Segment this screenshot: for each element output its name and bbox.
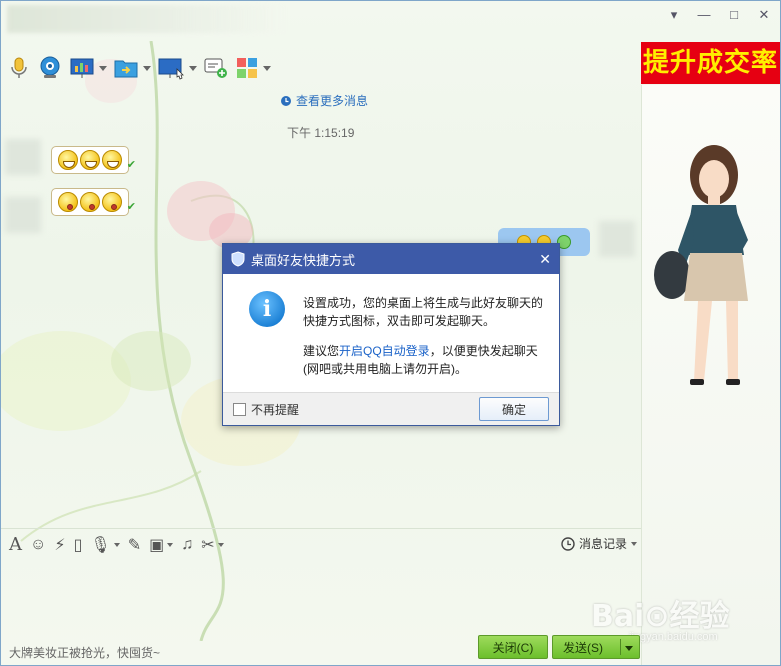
avatar-show-figure <box>654 145 748 385</box>
view-more-messages-link[interactable]: 查看更多消息 <box>280 92 368 109</box>
chevron-down-icon[interactable] <box>99 65 107 71</box>
chevron-down-icon[interactable] <box>167 542 174 547</box>
checkmark-icon: ✔ <box>126 201 136 213</box>
message-input-text: 大牌美妆正被抢光，快囤货~ <box>9 646 161 660</box>
dialog-body: i 设置成功，您的桌面上将生成与此好友聊天的快捷方式图标，双击即可发起聊天。 建… <box>223 274 559 392</box>
presentation-icon <box>70 58 94 78</box>
magic-wand-icon[interactable]: ⚡ <box>54 534 65 556</box>
video-call-button[interactable] <box>37 53 63 83</box>
window-controls: ▾ — □ ✕ <box>666 7 772 23</box>
avatar <box>5 139 41 175</box>
dont-remind-checkbox[interactable] <box>233 402 246 416</box>
dialog-title-bar: 桌面好友快捷方式 ✕ <box>223 244 559 274</box>
voice-call-button[interactable] <box>7 53 31 83</box>
chevron-down-icon[interactable] <box>143 65 151 71</box>
app-center-button[interactable] <box>235 53 271 83</box>
dialog-message: 设置成功，您的桌面上将生成与此好友聊天的快捷方式图标，双击即可发起聊天。 建议您… <box>303 294 551 378</box>
info-icon: i <box>249 291 285 327</box>
view-more-messages-label: 查看更多消息 <box>296 94 369 108</box>
add-chat-icon <box>204 58 227 78</box>
minimize-icon[interactable]: — <box>696 7 712 23</box>
send-file-button[interactable] <box>113 53 151 83</box>
menu-dropdown-icon[interactable]: ▾ <box>666 7 682 23</box>
voice-message-icon[interactable]: 🎙 <box>90 534 120 556</box>
shield-icon <box>231 251 245 267</box>
avatar <box>5 197 41 233</box>
show-panel <box>641 85 780 665</box>
input-toolbar: A ☺ ⚡ ▯ 🎙 ✎ ▣ ♫ ✂ 消息记录 <box>1 528 641 560</box>
scissors-icon[interactable]: ✂ <box>201 534 224 556</box>
dialog-message-prefix: 建议您 <box>303 344 340 358</box>
music-icon[interactable]: ♫ <box>181 534 193 556</box>
apps-grid-icon <box>237 58 257 78</box>
laughing-emoji-icon <box>80 150 100 170</box>
dialog-title: 桌面好友快捷方式 <box>251 252 356 268</box>
kiss-emoji-icon <box>80 192 100 212</box>
message-history-label: 消息记录 <box>578 537 627 551</box>
send-options-chevron-icon[interactable] <box>625 646 633 651</box>
screen-share-button[interactable] <box>69 53 107 83</box>
microphone-icon <box>11 57 27 78</box>
send-button-divider <box>620 639 621 655</box>
send-button[interactable]: 发送(S) <box>552 635 640 659</box>
dont-remind-label[interactable]: 不再提醒 <box>251 401 479 418</box>
maximize-icon[interactable]: □ <box>726 7 742 23</box>
ad-banner[interactable]: 提升成交率 <box>641 42 780 84</box>
chevron-down-icon[interactable] <box>189 65 197 71</box>
laughing-emoji-icon <box>58 150 78 170</box>
laughing-emoji-icon <box>102 150 122 170</box>
send-button-label: 发送(S) <box>563 640 603 655</box>
clock-icon <box>281 95 291 106</box>
shortcut-dialog: 桌面好友快捷方式 ✕ i 设置成功，您的桌面上将生成与此好友聊天的快捷方式图标，… <box>222 243 560 426</box>
chat-window: ▾ — □ ✕ 提升成交率 查看更多消息 下午 1:15:19 ✔ ✔ 桌面好友… <box>0 0 781 666</box>
emoji-icon[interactable]: ☺ <box>30 534 46 556</box>
chat-toolbar <box>7 51 271 85</box>
message-bubble-incoming[interactable]: ✔ <box>51 188 136 216</box>
webcam-icon <box>40 56 60 78</box>
monitor-icon <box>158 58 184 80</box>
title-bar: ▾ — □ ✕ <box>1 1 780 41</box>
watermark-logo: Bai⊙经验 <box>591 599 730 634</box>
image-icon[interactable]: ▣ <box>149 534 174 556</box>
contact-name-blurred <box>7 5 287 33</box>
message-bubble-incoming[interactable]: ✔ <box>51 146 136 174</box>
create-discussion-button[interactable] <box>203 53 229 83</box>
folder-icon <box>114 60 138 78</box>
chevron-down-icon[interactable] <box>631 541 637 546</box>
shake-window-icon[interactable]: ▯ <box>74 534 83 556</box>
chevron-down-icon[interactable] <box>217 542 224 547</box>
font-icon[interactable]: A <box>9 534 22 556</box>
dialog-message-line1: 设置成功，您的桌面上将生成与此好友聊天的快捷方式图标，双击即可发起聊天。 <box>303 296 544 328</box>
chevron-down-icon[interactable] <box>113 542 120 547</box>
kiss-emoji-icon <box>58 192 78 212</box>
remote-desktop-button[interactable] <box>157 53 197 83</box>
close-window-icon[interactable]: ✕ <box>756 7 772 23</box>
chevron-down-icon[interactable] <box>263 65 271 71</box>
dialog-close-icon[interactable]: ✕ <box>539 251 551 268</box>
message-timestamp: 下午 1:15:19 <box>287 126 355 140</box>
auto-login-link[interactable]: 开启QQ自动登录 <box>339 344 430 358</box>
ok-button[interactable]: 确定 <box>479 397 549 421</box>
clock-icon <box>561 536 575 551</box>
kiss-emoji-icon <box>102 192 122 212</box>
message-history-button[interactable]: 消息记录 <box>561 535 637 552</box>
close-button[interactable]: 关闭(C) <box>478 635 548 659</box>
checkmark-icon: ✔ <box>126 159 136 171</box>
dialog-footer: 不再提醒 确定 <box>223 392 559 425</box>
edit-icon[interactable]: ✎ <box>128 534 141 556</box>
dialog-message-line2: 建议您开启QQ自动登录，以便更快发起聊天(网吧或共用电脑上请勿开启)。 <box>303 342 551 378</box>
avatar <box>599 221 635 257</box>
